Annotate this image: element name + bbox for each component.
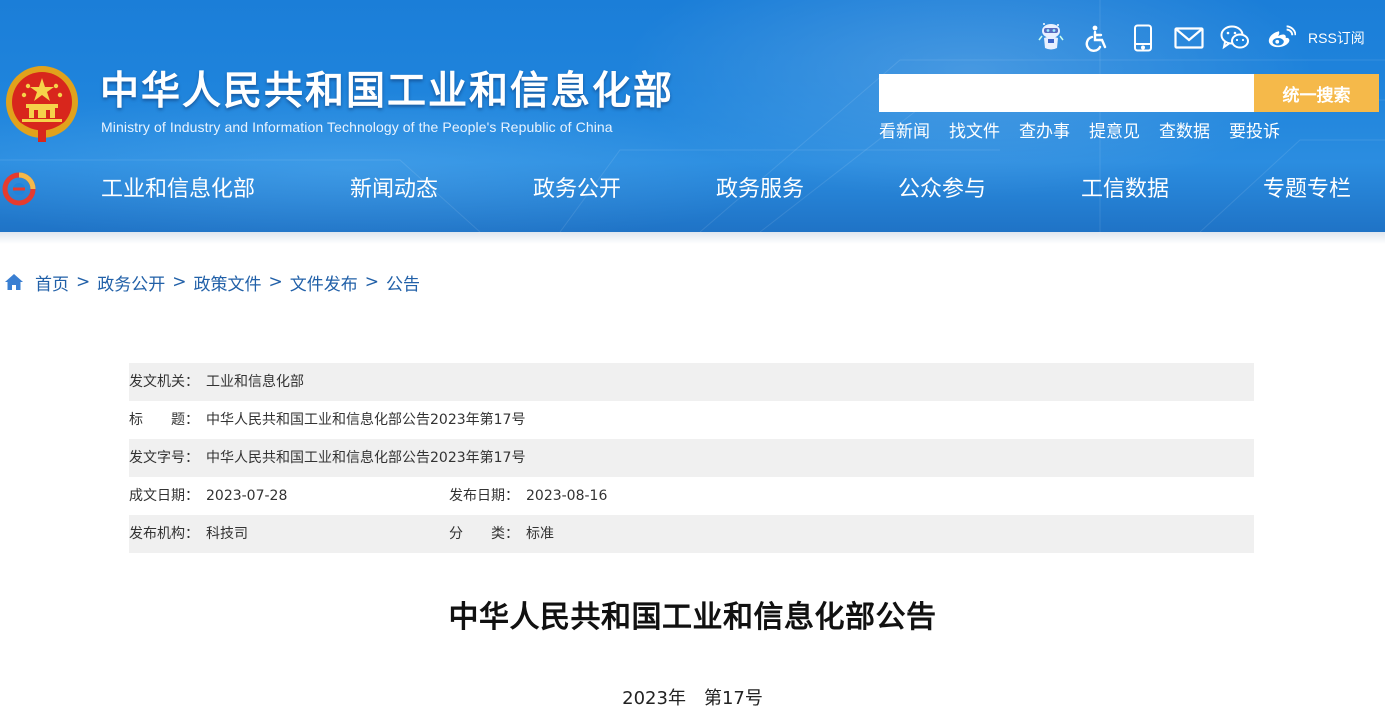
quick-link-feedback[interactable]: 提意见 [1089, 120, 1140, 144]
breadcrumb-home[interactable]: 首页 [35, 270, 69, 295]
article-title: 中华人民共和国工业和信息化部公告 [0, 592, 1385, 636]
written-date-value: 2023-07-28 [206, 477, 287, 515]
header-shadow [0, 232, 1385, 244]
issuer-value: 工业和信息化部 [206, 363, 304, 401]
title-label: 标 题： [129, 401, 199, 439]
breadcrumb-separator: > [172, 272, 186, 292]
nav-item-public-participation[interactable]: 公众参与 [898, 168, 986, 212]
mail-icon[interactable] [1174, 23, 1204, 53]
quick-link-files[interactable]: 找文件 [949, 120, 1000, 144]
category-label: 分 类： [449, 515, 519, 553]
publisher-label: 发布机构： [129, 515, 199, 553]
meta-row-issuer: 发文机关： 工业和信息化部 [129, 363, 1254, 401]
quick-link-news[interactable]: 看新闻 [879, 120, 930, 144]
breadcrumb-separator: > [365, 272, 379, 292]
main-nav: 工业和信息化部 新闻动态 政务公开 政务服务 公众参与 工信数据 专题专栏 [0, 168, 1385, 212]
quick-link-services[interactable]: 查办事 [1019, 120, 1070, 144]
meta-row-dates: 成文日期： 2023-07-28 发布日期： 2023-08-16 [129, 477, 1254, 515]
publish-date-label: 发布日期： [449, 477, 519, 515]
quick-links: 看新闻 找文件 查办事 提意见 查数据 要投诉 [879, 120, 1299, 144]
breadcrumb-gov-affairs[interactable]: 政务公开 [97, 270, 165, 295]
meta-row-doc-number: 发文字号： 中华人民共和国工业和信息化部公告2023年第17号 [129, 439, 1254, 477]
nav-item-news[interactable]: 新闻动态 [350, 168, 438, 212]
article-number: 2023年 第17号 [0, 684, 1385, 710]
breadcrumb-separator: > [76, 272, 90, 292]
mobile-icon[interactable] [1128, 23, 1158, 53]
home-icon[interactable] [4, 273, 24, 291]
breadcrumb-policy-docs[interactable]: 政策文件 [194, 270, 262, 295]
title-value: 中华人民共和国工业和信息化部公告2023年第17号 [206, 401, 525, 439]
nav-item-gov-affairs[interactable]: 政务公开 [533, 168, 621, 212]
publish-date-value: 2023-08-16 [526, 477, 607, 515]
site-subtitle: Ministry of Industry and Information Tec… [101, 119, 613, 135]
breadcrumb-doc-release[interactable]: 文件发布 [290, 270, 358, 295]
written-date-label: 成文日期： [129, 477, 199, 515]
accessibility-icon[interactable] [1082, 23, 1112, 53]
meta-row-title: 标 题： 中华人民共和国工业和信息化部公告2023年第17号 [129, 401, 1254, 439]
document-meta-table: 发文机关： 工业和信息化部 标 题： 中华人民共和国工业和信息化部公告2023年… [129, 363, 1254, 553]
breadcrumb-separator: > [269, 272, 283, 292]
search-input[interactable] [879, 74, 1255, 112]
category-value: 标准 [526, 515, 554, 553]
nav-item-data[interactable]: 工信数据 [1081, 168, 1169, 212]
breadcrumb-announcement[interactable]: 公告 [386, 270, 420, 295]
rss-subscribe-link[interactable]: RSS订阅 [1308, 28, 1365, 48]
publisher-value: 科技司 [206, 515, 248, 553]
robot-assistant-icon[interactable] [1036, 23, 1066, 53]
meta-row-publisher: 发布机构： 科技司 分 类： 标准 [129, 515, 1254, 553]
top-utility-bar: RSS订阅 [1036, 20, 1365, 56]
doc-number-label: 发文字号： [129, 439, 199, 477]
issuer-label: 发文机关： [129, 363, 199, 401]
site-header: 中华人民共和国工业和信息化部 Ministry of Industry and … [0, 0, 1385, 232]
nav-item-miit[interactable]: 工业和信息化部 [101, 168, 255, 212]
national-emblem-icon [4, 62, 80, 144]
quick-link-data[interactable]: 查数据 [1159, 120, 1210, 144]
weibo-icon[interactable] [1266, 23, 1296, 53]
nav-item-topics[interactable]: 专题专栏 [1263, 168, 1351, 212]
site-title[interactable]: 中华人民共和国工业和信息化部 [100, 66, 674, 118]
quick-link-complaint[interactable]: 要投诉 [1229, 120, 1280, 144]
wechat-icon[interactable] [1220, 23, 1250, 53]
search-button[interactable]: 统一搜索 [1254, 74, 1379, 112]
breadcrumb: 首页 > 政务公开 > 政策文件 > 文件发布 > 公告 [4, 268, 420, 296]
nav-item-gov-services[interactable]: 政务服务 [716, 168, 804, 212]
doc-number-value: 中华人民共和国工业和信息化部公告2023年第17号 [206, 439, 525, 477]
